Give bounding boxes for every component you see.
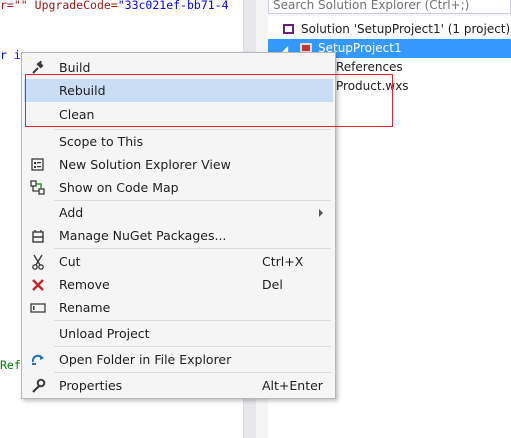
remove-x-icon <box>32 279 44 291</box>
code-line: Ref <box>0 358 21 372</box>
solution-explorer-search-input[interactable]: Search Solution Explorer (Ctrl+;) <box>268 0 511 14</box>
file-label: Product.wxs <box>336 79 409 93</box>
menu-separator <box>54 320 331 321</box>
menu-item-add[interactable]: Add <box>24 201 333 224</box>
scissors-icon <box>32 254 44 270</box>
menu-item-clean[interactable]: Clean <box>24 103 333 126</box>
menu-item-rebuild[interactable]: Rebuild <box>24 79 333 102</box>
solution-icon <box>283 24 294 34</box>
menu-item-properties[interactable]: Properties Alt+Enter <box>24 374 333 397</box>
rename-icon <box>30 303 46 313</box>
wrench-icon <box>32 378 46 393</box>
references-label: References <box>336 60 403 74</box>
tree-item-solution[interactable]: Solution 'SetupProject1' (1 project) <box>268 20 511 39</box>
menu-item-scope-to-this[interactable]: Scope to This <box>24 130 333 153</box>
code-line: r="" UpgradeCode="33c021ef-bb71-4 <box>0 0 229 12</box>
menu-item-new-solution-explorer-view[interactable]: New Solution Explorer View <box>24 153 333 176</box>
refresh-arrow-icon <box>31 354 44 365</box>
menu-item-build[interactable]: Build <box>24 56 333 79</box>
menu-item-show-on-code-map[interactable]: Show on Code Map <box>24 176 333 199</box>
new-view-icon <box>31 158 44 171</box>
code-map-icon <box>30 180 45 195</box>
menu-item-cut[interactable]: Cut Ctrl+X <box>24 250 333 273</box>
menu-item-unload-project[interactable]: Unload Project <box>24 322 333 345</box>
menu-item-rename[interactable]: Rename <box>24 296 333 319</box>
nuget-icon <box>32 230 44 243</box>
menu-separator <box>54 346 331 347</box>
menu-item-open-folder-in-file-explorer[interactable]: Open Folder in File Explorer <box>24 348 333 371</box>
solution-label: Solution 'SetupProject1' (1 project) <box>301 22 511 36</box>
menu-item-remove[interactable]: Remove Del <box>24 273 333 296</box>
submenu-arrow-icon <box>319 209 323 217</box>
menu-item-manage-nuget-packages[interactable]: Manage NuGet Packages... <box>24 224 333 247</box>
menu-separator <box>54 372 331 373</box>
menu-separator <box>54 248 331 249</box>
context-menu: Build Rebuild Clean Scope to This New So… <box>21 52 336 399</box>
build-icon <box>32 61 44 74</box>
